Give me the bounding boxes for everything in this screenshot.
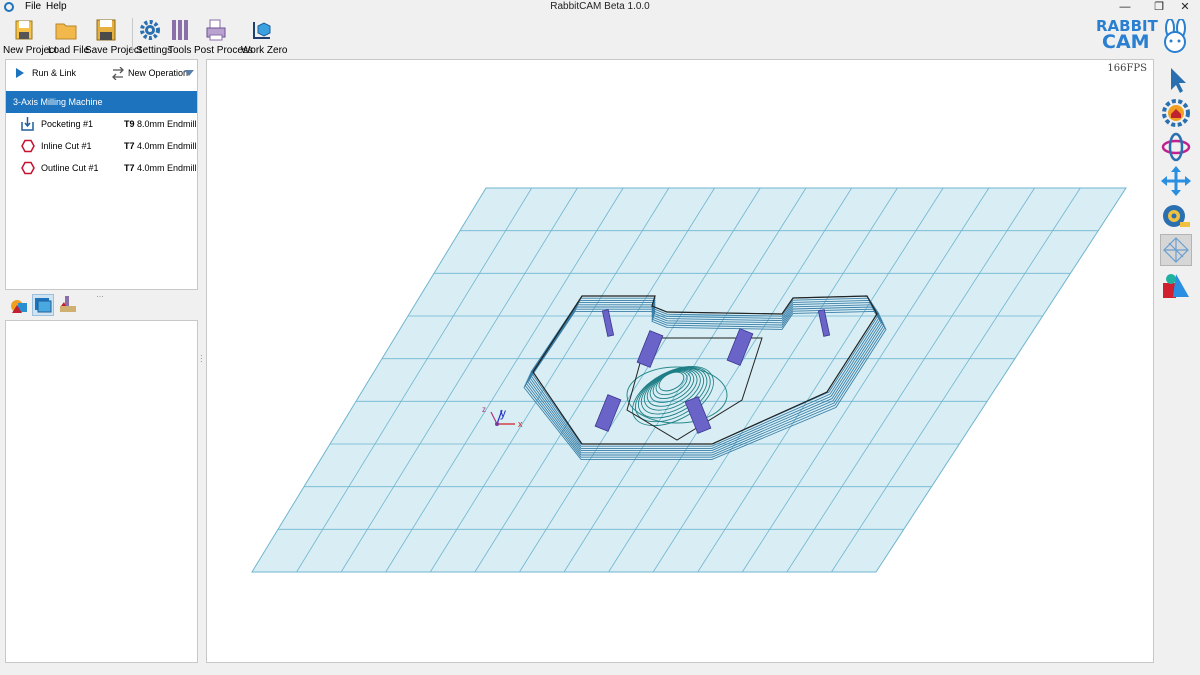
tool-id: T7 bbox=[124, 141, 135, 151]
run-link-label: Run & Link bbox=[32, 68, 77, 78]
operation-name: Pocketing #1 bbox=[41, 119, 94, 129]
new-operation-dropdown[interactable]: New Operation bbox=[110, 65, 196, 83]
new-project-button[interactable]: New Project bbox=[3, 16, 57, 56]
axis-label-z: z bbox=[482, 405, 486, 414]
operation-tool: T7 4.0mm Endmill bbox=[124, 163, 197, 173]
operations-panel: Run & Link New Operation 3-Axis Milling … bbox=[5, 59, 198, 290]
tab-shapes[interactable] bbox=[9, 295, 29, 315]
work-zero-icon bbox=[253, 22, 271, 39]
hexagon-inline-icon bbox=[21, 139, 35, 153]
menu-file[interactable]: File bbox=[25, 1, 41, 12]
tool-desc: 4.0mm Endmill bbox=[137, 141, 197, 151]
rabbit-icon bbox=[1164, 19, 1186, 53]
horizontal-splitter-handle[interactable]: … bbox=[96, 290, 104, 299]
grid-plane bbox=[251, 187, 1127, 573]
machine-item[interactable]: 3-Axis Milling Machine bbox=[6, 91, 197, 113]
operation-name: Inline Cut #1 bbox=[41, 141, 92, 151]
work-zero-button[interactable]: Work Zero bbox=[241, 16, 288, 56]
axis-label-x: x bbox=[518, 419, 523, 429]
machine-label: 3-Axis Milling Machine bbox=[13, 97, 103, 107]
rabbitcam-logo: RABBIT CAM bbox=[1096, 17, 1196, 53]
hexagon-outline-icon bbox=[21, 161, 35, 175]
tool-desc: 8.0mm Endmill bbox=[137, 119, 197, 129]
tool-desc: 4.0mm Endmill bbox=[137, 163, 197, 173]
operation-tool: T9 8.0mm Endmill bbox=[124, 119, 197, 129]
solid-view-button[interactable] bbox=[1160, 270, 1192, 302]
work-zero-label: Work Zero bbox=[241, 45, 288, 56]
tools-label: Tools bbox=[168, 45, 192, 56]
minimize-icon[interactable]: — bbox=[1108, 0, 1142, 14]
scene-canvas: x y z bbox=[251, 187, 1127, 573]
save-project-button[interactable]: Save Project bbox=[85, 16, 142, 56]
view-home-button[interactable] bbox=[1160, 97, 1192, 129]
measure-button[interactable] bbox=[1160, 200, 1192, 232]
tool-id: T7 bbox=[124, 163, 135, 173]
run-link-button[interactable]: Run & Link bbox=[13, 66, 103, 82]
tab-simulation[interactable] bbox=[58, 295, 78, 315]
vertical-splitter-handle[interactable]: · · · bbox=[200, 352, 204, 366]
post-process-button[interactable]: Post Process bbox=[194, 16, 253, 56]
save-project-label: Save Project bbox=[85, 45, 142, 56]
operation-tool: T7 4.0mm Endmill bbox=[124, 141, 197, 151]
chevron-down-icon bbox=[184, 70, 194, 76]
operation-item-pocketing[interactable]: Pocketing #1 T9 8.0mm Endmill bbox=[6, 113, 197, 135]
menu-help[interactable]: Help bbox=[46, 1, 67, 12]
pocket-icon bbox=[21, 117, 34, 131]
axis-label-y: y bbox=[500, 406, 506, 420]
save-icon bbox=[96, 19, 116, 41]
endmill-tools-icon bbox=[172, 20, 188, 40]
wireframe-icon bbox=[1163, 237, 1189, 263]
select-pointer-button[interactable] bbox=[1160, 64, 1192, 96]
move-arrows-icon bbox=[1161, 166, 1191, 196]
load-file-label: Load File bbox=[48, 45, 90, 56]
operation-name: Outline Cut #1 bbox=[41, 163, 99, 173]
settings-button[interactable]: Settings bbox=[136, 16, 172, 56]
gear-icon bbox=[140, 20, 160, 40]
link-arrows-icon bbox=[112, 67, 124, 80]
home-view-icon bbox=[1162, 99, 1190, 127]
solid-shapes-icon bbox=[1163, 274, 1189, 298]
tab-toolpaths[interactable] bbox=[32, 294, 54, 316]
tape-measure-icon bbox=[1163, 205, 1190, 227]
toolbar-divider bbox=[132, 18, 133, 52]
post-process-icon bbox=[206, 19, 226, 41]
logo-line2: CAM bbox=[1102, 31, 1150, 53]
pointer-icon bbox=[1171, 68, 1186, 93]
tools-button[interactable]: Tools bbox=[168, 16, 192, 56]
title-bar: File Help RabbitCAM Beta 1.0.0 — ❐ ✕ bbox=[0, 0, 1200, 14]
toolpath-layers-icon bbox=[35, 298, 52, 313]
3d-viewport[interactable]: 166FPS x y z bbox=[206, 59, 1154, 663]
play-icon bbox=[16, 68, 24, 78]
orbit-icon bbox=[1161, 132, 1191, 162]
new-operation-label: New Operation bbox=[128, 68, 189, 78]
simulation-icon bbox=[60, 296, 76, 312]
operation-item-outline-cut[interactable]: Outline Cut #1 T7 4.0mm Endmill bbox=[6, 157, 197, 179]
orbit-button[interactable] bbox=[1160, 131, 1192, 163]
operation-item-inline-cut[interactable]: Inline Cut #1 T7 4.0mm Endmill bbox=[6, 135, 197, 157]
folder-icon bbox=[55, 23, 77, 40]
shapes-icon bbox=[11, 300, 27, 313]
properties-panel bbox=[5, 320, 198, 663]
close-icon[interactable]: ✕ bbox=[1168, 0, 1200, 14]
wireframe-view-button[interactable] bbox=[1160, 234, 1192, 266]
window-title: RabbitCAM Beta 1.0.0 bbox=[550, 1, 650, 12]
new-project-icon bbox=[15, 20, 33, 40]
load-file-button[interactable]: Load File bbox=[48, 16, 89, 56]
tool-id: T9 bbox=[124, 119, 135, 129]
pan-button[interactable] bbox=[1160, 165, 1192, 197]
settings-label: Settings bbox=[136, 45, 173, 56]
app-icon bbox=[4, 2, 14, 12]
